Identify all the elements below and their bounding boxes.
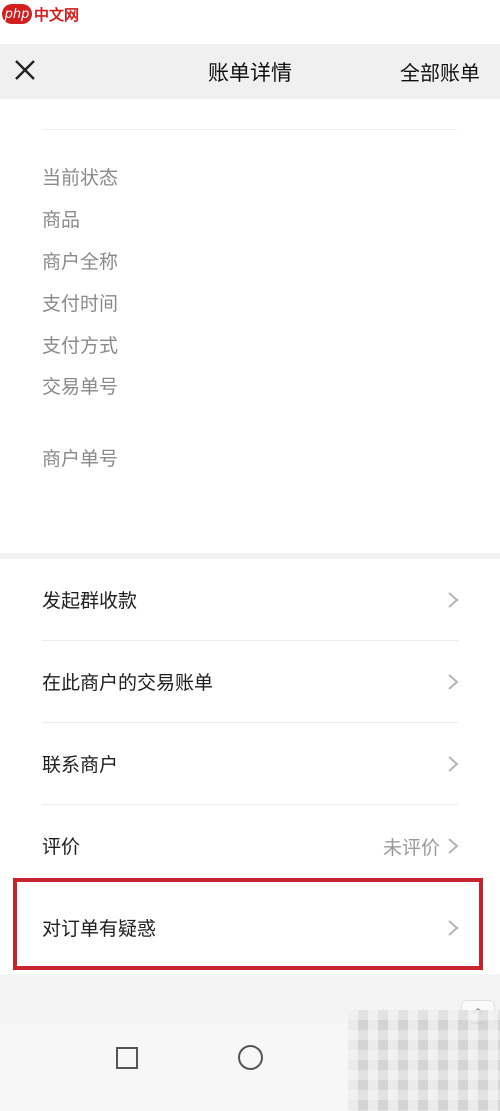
chevron-right-icon [448,674,459,690]
menu-item-label: 联系商户 [42,754,119,776]
bill-details: 当前状态 商品 商户全称 支付时间 支付方式 交易单号 商户单号 [0,99,500,553]
menu-item-label: 发起群收款 [42,590,138,612]
watermark-text: 中文网 [34,5,80,24]
chevron-right-icon [448,756,459,772]
pixelated-watermark [348,1010,500,1111]
chevron-right-icon [448,920,459,936]
menu-item-label: 评价 [42,836,81,858]
close-icon[interactable] [12,57,38,83]
watermark-logo: php 中文网 [0,0,140,28]
label-merchant-name: 商户全称 [42,251,119,273]
recent-apps-icon[interactable] [116,1047,138,1069]
label-pay-method: 支付方式 [42,335,119,357]
label-product: 商品 [42,209,81,231]
divider [43,129,457,130]
menu-item-order-question[interactable]: 对订单有疑惑 [0,887,500,969]
label-transaction-id: 交易单号 [42,376,119,398]
home-icon[interactable] [238,1045,263,1070]
all-bills-link[interactable]: 全部账单 [400,57,480,86]
menu-item-rating[interactable]: 评价 未评价 [0,805,500,887]
menu-item-label: 对订单有疑惑 [42,918,157,940]
label-pay-time: 支付时间 [42,293,119,315]
label-status: 当前状态 [42,167,119,189]
menu-item-group-collect[interactable]: 发起群收款 [0,559,500,641]
chevron-right-icon [448,592,459,608]
chevron-right-icon [448,838,459,854]
rating-status: 未评价 [382,837,440,859]
menu-item-label: 在此商户的交易账单 [42,672,214,694]
label-merchant-order-id: 商户单号 [42,448,119,470]
menu-item-merchant-bills[interactable]: 在此商户的交易账单 [0,641,500,723]
header-bar: 账单详情 全部账单 [0,44,500,99]
menu-item-contact-merchant[interactable]: 联系商户 [0,723,500,805]
watermark-badge: php [2,4,32,24]
